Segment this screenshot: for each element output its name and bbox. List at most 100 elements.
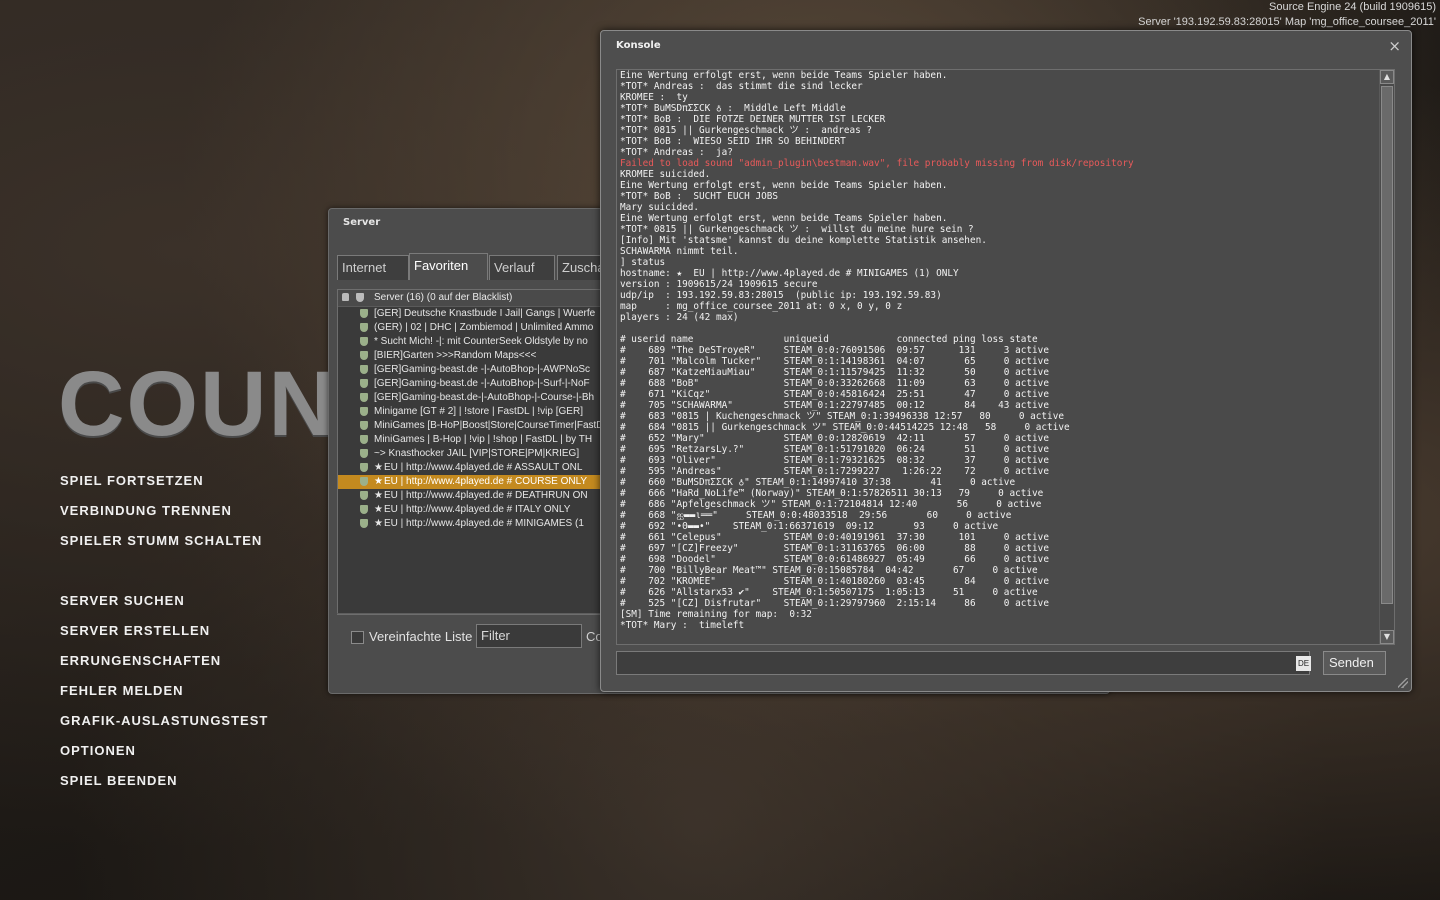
console-line: Eine Wertung erfolgt erst, wenn beide Te…: [620, 70, 948, 81]
menu-mute-players[interactable]: SPIELER STUMM SCHALTEN: [60, 532, 268, 562]
tab-favorites[interactable]: Favoriten: [409, 253, 488, 280]
console-line: # 683 "0815 | Kuchengeschmack ツ" STEAM_0…: [620, 411, 1064, 422]
close-icon[interactable]: ×: [1388, 37, 1401, 55]
server-name: [BIER]Garten >>>Random Maps<<<: [374, 350, 537, 361]
favorite-star-icon: ★: [374, 490, 383, 501]
vac-shield-icon: [360, 309, 368, 318]
console-command-input[interactable]: [616, 651, 1310, 675]
server-row[interactable]: [GER]Gaming-beast.de-|-AutoBhop-|-Course…: [338, 391, 610, 405]
server-name: EU | http://www.4played.de # DEATHRUN ON: [384, 490, 588, 501]
server-name: [GER]Gaming-beast.de-|-AutoBhop-|-Course…: [374, 392, 595, 403]
console-line: # 702 "KROMEE" STEAM_0:1:40180260 03:45 …: [620, 576, 1049, 587]
server-name: EU | http://www.4played.de # MINIGAMES (…: [384, 518, 584, 529]
menu-achievements[interactable]: ERRUNGENSCHAFTEN: [60, 652, 268, 682]
server-row[interactable]: ★ EU | http://www.4played.de # ASSAULT ON…: [338, 461, 610, 475]
server-row[interactable]: * Sucht Mich! -|: mit CounterSeek Oldsty…: [338, 335, 610, 349]
console-line: Eine Wertung erfolgt erst, wenn beide Te…: [620, 180, 948, 191]
server-row[interactable]: [BIER]Garten >>>Random Maps<<<: [338, 349, 610, 363]
server-row[interactable]: ★ EU | http://www.4played.de # DEATHRUN O…: [338, 489, 610, 503]
console-line: *TOT* BoB : SUCHT EUCH JOBS: [620, 191, 779, 202]
vac-shield-icon: [360, 449, 368, 458]
menu-quit[interactable]: SPIEL BEENDEN: [60, 772, 268, 802]
console-line: # 525 "[CZ] Disfrutar" STEAM_0:1:2979796…: [620, 598, 1049, 609]
favorite-star-icon: ★: [374, 504, 383, 515]
console-line: players : 24 (42 max): [620, 312, 739, 323]
console-line: *TOT* Andreas : das stimmt die sind leck…: [620, 81, 863, 92]
engine-version: Source Engine 24 (build 1909615): [1269, 1, 1436, 13]
simple-list-label: Vereinfachte Liste: [369, 629, 473, 644]
divider: [337, 613, 607, 614]
console-line: *TOT* Andreas : ja?: [620, 147, 733, 158]
game-logo: COUN: [58, 353, 337, 455]
console-log: Eine Wertung erfolgt erst, wenn beide Te…: [620, 70, 1380, 631]
server-row[interactable]: [GER]Gaming-beast.de -|-AutoBhop-|-AWPNo…: [338, 363, 610, 377]
console-line: *TOT* BoB : WIESO SEID IHR SO BEHINDERT: [620, 136, 846, 147]
console-output[interactable]: Eine Wertung erfolgt erst, wenn beide Te…: [616, 69, 1395, 645]
server-name: * Sucht Mich! -|: mit CounterSeek Oldsty…: [374, 336, 588, 347]
server-row[interactable]: [GER]Gaming-beast.de -|-AutoBhop-|-Surf-…: [338, 377, 610, 391]
server-row[interactable]: MiniGames [B-HoP|Boost|Store|CourseTimer…: [338, 419, 610, 433]
console-line: # 692 "•Θ▬▬•" STEAM_0:1:66371619 09:12 9…: [620, 521, 999, 532]
console-line: Eine Wertung erfolgt erst, wenn beide Te…: [620, 213, 948, 224]
console-line: KROMEE suicided.: [620, 169, 711, 180]
console-line: # 684 "0815 || Gurkengeschmack ツ" STEAM_…: [620, 422, 1070, 433]
console-scrollbar[interactable]: ▲ ▼: [1379, 70, 1394, 644]
vac-shield-icon: [360, 491, 368, 500]
vac-shield-icon: [360, 337, 368, 346]
console-line: # 687 "KatzeMiauMiau" STEAM_0:1:11579425…: [620, 367, 1049, 378]
server-list[interactable]: Server (16) (0 auf der Blacklist) [GER] …: [337, 289, 611, 615]
server-row[interactable]: [GER] Deutsche Knastbude I Jail| Gangs |…: [338, 307, 610, 321]
server-row[interactable]: ★ EU | http://www.4played.de # ITALY ONLY: [338, 503, 610, 517]
server-row[interactable]: (GER) | 02 | DHC | Zombiemod | Unlimited…: [338, 321, 610, 335]
send-button[interactable]: Senden: [1323, 651, 1386, 675]
server-row[interactable]: ~> Knasthocker JAIL [VIP|STORE|PM|KRIEG]: [338, 447, 610, 461]
filter-field[interactable]: Filter: [476, 624, 582, 648]
console-line: # 626 "Allstarx53 ✔" STEAM_0:1:50507175 …: [620, 587, 1038, 598]
vac-shield-icon: [360, 519, 368, 528]
menu-stress-test[interactable]: GRAFIK-AUSLASTUNGSTEST: [60, 712, 268, 742]
tab-internet[interactable]: Internet: [337, 255, 409, 280]
menu-resume-game[interactable]: SPIEL FORTSETZEN: [60, 472, 268, 502]
server-browser-title: Server: [343, 217, 381, 228]
vac-shield-icon: [360, 477, 368, 486]
console-line: *TOT* 0815 || Gurkengeschmack ツ : willst…: [620, 224, 974, 235]
server-row[interactable]: ★ EU | http://www.4played.de # MINIGAMES …: [338, 517, 610, 531]
favorite-star-icon: ★: [374, 462, 383, 473]
console-line: # userid name uniqueid connected ping lo…: [620, 334, 1038, 345]
server-row[interactable]: MiniGames | B-Hop | !vip | !shop | FastD…: [338, 433, 610, 447]
tab-history[interactable]: Verlauf: [489, 255, 555, 280]
console-line: version : 1909615/24 1909615 secure: [620, 279, 818, 290]
console-line: SCHAWARMA nimmt teil.: [620, 246, 739, 257]
console-line: [Info] Mit 'statsme' kannst du deine kom…: [620, 235, 987, 246]
console-line: *TOT* BuMSDπΣΣCK ♁ : Middle Left Middle: [620, 103, 846, 114]
console-line: # 661 "Celepus" STEAM_0:0:40191961 37:30…: [620, 532, 1049, 543]
console-line: map : mg_office_coursee_2011 at: 0 x, 0 …: [620, 301, 903, 312]
resize-grip-icon[interactable]: [1398, 678, 1408, 688]
menu-options[interactable]: OPTIONEN: [60, 742, 268, 772]
menu-find-servers[interactable]: SERVER SUCHEN: [60, 592, 268, 622]
menu-disconnect[interactable]: VERBINDUNG TRENNEN: [60, 502, 268, 532]
vac-shield-icon: [360, 435, 368, 444]
scroll-thumb[interactable]: [1381, 86, 1393, 604]
console-line: # 666 "HaRd_NoLife™ (Norway)" STEAM_0:1:…: [620, 488, 1044, 499]
scroll-up-icon[interactable]: ▲: [1380, 70, 1394, 84]
vac-shield-icon: [360, 505, 368, 514]
vac-shield-icon: [360, 323, 368, 332]
menu-report-bug[interactable]: FEHLER MELDEN: [60, 682, 268, 712]
server-list-header[interactable]: Server (16) (0 auf der Blacklist): [338, 290, 610, 307]
scroll-down-icon[interactable]: ▼: [1380, 630, 1394, 644]
vac-shield-icon: [360, 393, 368, 402]
server-row[interactable]: ★ EU | http://www.4played.de # COURSE ONL…: [338, 475, 610, 489]
server-name: [GER]Gaming-beast.de -|-AutoBhop-|-AWPNo…: [374, 364, 591, 375]
console-line: # 695 "RetzarsLy.?" STEAM_0:1:51791020 0…: [620, 444, 1049, 455]
console-error-line: Failed to load sound "admin_plugin\bestm…: [620, 158, 1134, 169]
favorite-star-icon: ★: [374, 518, 383, 529]
server-row[interactable]: Minigame [GT # 2] | !store | FastDL | !v…: [338, 405, 610, 419]
server-map-info: Server '193.192.59.83:28015' Map 'mg_off…: [1138, 16, 1436, 28]
console-line: # 698 "Doodel" STEAM_0:0:61486927 05:49 …: [620, 554, 1049, 565]
console-line: [SM] Time remaining for map: 0:32: [620, 609, 812, 620]
engine-info: Source Engine 24 (build 1909615) Server …: [1138, 0, 1436, 30]
vac-shield-icon: [360, 351, 368, 360]
menu-create-server[interactable]: SERVER ERSTELLEN: [60, 622, 268, 652]
simple-list-checkbox[interactable]: [351, 631, 364, 644]
